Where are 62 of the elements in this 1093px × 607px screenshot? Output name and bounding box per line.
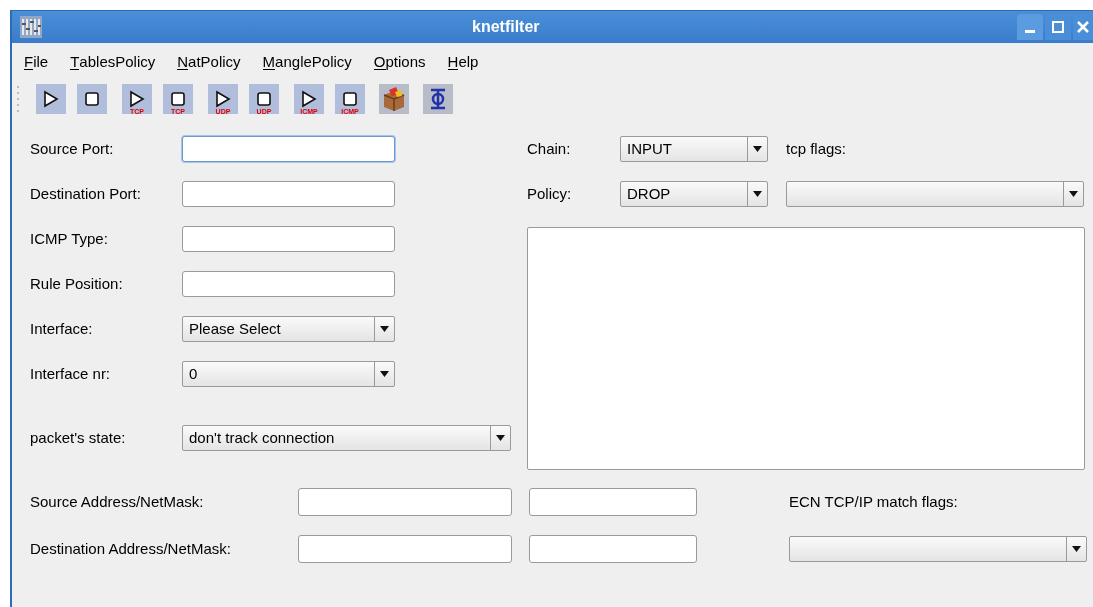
dropdown[interactable] [789,536,1087,562]
dropdown[interactable]: DROP [620,181,768,207]
menu-item[interactable]: ManglePolicy [262,50,352,74]
policy-label: Policy: [527,183,573,204]
stop-icon [170,91,186,107]
input-field[interactable] [182,181,395,207]
input-field[interactable] [182,271,395,297]
dropdown[interactable]: Please Select [182,316,395,342]
dropdown-arrow-icon [753,146,762,152]
minimize-icon [1025,30,1035,33]
play-icon [43,90,59,108]
dropdown-arrow-icon [1069,191,1078,197]
field-label: ICMP Type: [30,228,109,249]
dropdown-arrow-icon [380,326,389,332]
play-icon [129,90,145,108]
stop-icon [342,91,358,107]
dropdown-arrow-icon [1072,546,1081,552]
field-label: Destination Port: [30,183,142,204]
dropdown[interactable]: don't track connection [182,425,511,451]
dropdown[interactable]: INPUT [620,136,768,162]
play-icon [215,90,231,108]
chain-label: Chain: [527,138,572,159]
menu-item[interactable]: NatPolicy [177,50,241,74]
toolbar-button[interactable] [77,84,107,114]
field-label: Interface nr: [30,363,112,384]
stop-icon [84,91,100,107]
input-field[interactable] [298,488,512,516]
network-icon [429,88,447,110]
dropdown-arrow-icon [753,191,762,197]
input-field[interactable] [529,535,697,563]
dropdown-arrow-icon [380,371,389,377]
tcp-flags-label: tcp flags: [786,138,847,159]
input-field[interactable] [182,136,395,162]
maximize-button[interactable] [1045,14,1071,40]
box-icon [381,86,407,112]
menu-item[interactable]: Options [373,50,426,74]
app-icon [20,16,42,38]
field-label: Destination Address/NetMask: [30,538,232,559]
window-title: knetfilter [472,17,540,37]
dropdown[interactable]: 0 [182,361,395,387]
field-label: Interface: [30,318,94,339]
play-icon [301,90,317,108]
field-label: Source Address/NetMask: [30,491,205,512]
input-field[interactable] [182,226,395,252]
menu-item[interactable]: Help [447,50,479,74]
field-label: Rule Position: [30,273,124,294]
menu-item[interactable]: File [24,50,49,74]
close-button[interactable] [1073,14,1093,40]
field-label: Source Port: [30,138,115,159]
input-field[interactable] [529,488,697,516]
dropdown[interactable] [786,181,1084,207]
input-field[interactable] [298,535,512,563]
toolbar-grip-icon [17,84,21,114]
stop-icon [256,91,272,107]
maximize-icon [1052,21,1064,33]
field-label: packet's state: [30,427,127,448]
close-icon [1077,21,1089,33]
dropdown-arrow-icon [496,435,505,441]
menu-item[interactable]: TablesPolicy [70,50,156,74]
ecn-flags-label: ECN TCP/IP match flags: [789,491,958,512]
toolbar-button[interactable] [36,84,66,114]
minimize-button[interactable] [1017,14,1043,40]
